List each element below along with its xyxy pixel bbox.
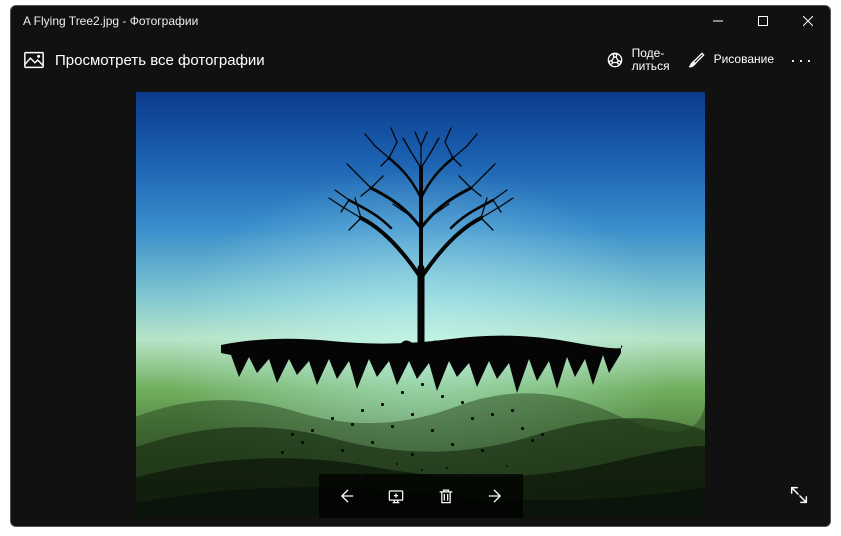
collection-icon xyxy=(386,486,406,506)
more-button[interactable]: ··· xyxy=(782,36,822,84)
fullscreen-icon xyxy=(788,484,810,506)
close-button[interactable] xyxy=(785,6,830,36)
more-icon: ··· xyxy=(790,50,814,71)
close-icon xyxy=(803,16,813,26)
share-label: Поде- литься xyxy=(632,47,670,73)
previous-button[interactable] xyxy=(321,474,371,518)
photos-app-icon[interactable] xyxy=(15,36,53,84)
image-viewport[interactable] xyxy=(136,92,705,518)
maximize-button[interactable] xyxy=(740,6,785,36)
minimize-button[interactable] xyxy=(695,6,740,36)
photos-icon xyxy=(23,49,45,71)
draw-icon xyxy=(686,50,708,70)
image-tree xyxy=(271,118,571,358)
minimize-icon xyxy=(713,16,723,26)
fullscreen-button[interactable] xyxy=(782,478,816,512)
arrow-left-icon xyxy=(336,486,356,506)
window-title: A Flying Tree2.jpg - Фотографии xyxy=(11,14,198,28)
bottom-control-bar xyxy=(319,474,523,518)
titlebar: A Flying Tree2.jpg - Фотографии xyxy=(11,6,830,36)
delete-button[interactable] xyxy=(421,474,471,518)
maximize-icon xyxy=(758,16,768,26)
share-button[interactable]: Поде- литься xyxy=(596,36,678,84)
collection-button[interactable] xyxy=(371,474,421,518)
toolbar: Просмотреть все фотографии Поде- литься xyxy=(11,36,830,84)
trash-icon xyxy=(436,486,456,506)
next-button[interactable] xyxy=(471,474,521,518)
content-area xyxy=(11,84,830,526)
view-all-photos-link[interactable]: Просмотреть все фотографии xyxy=(53,52,265,69)
draw-label: Рисование xyxy=(714,53,774,66)
app-window: A Flying Tree2.jpg - Фотографии Просмотр… xyxy=(10,5,831,527)
draw-button[interactable]: Рисование xyxy=(678,36,782,84)
arrow-right-icon xyxy=(486,486,506,506)
share-icon xyxy=(604,50,626,70)
